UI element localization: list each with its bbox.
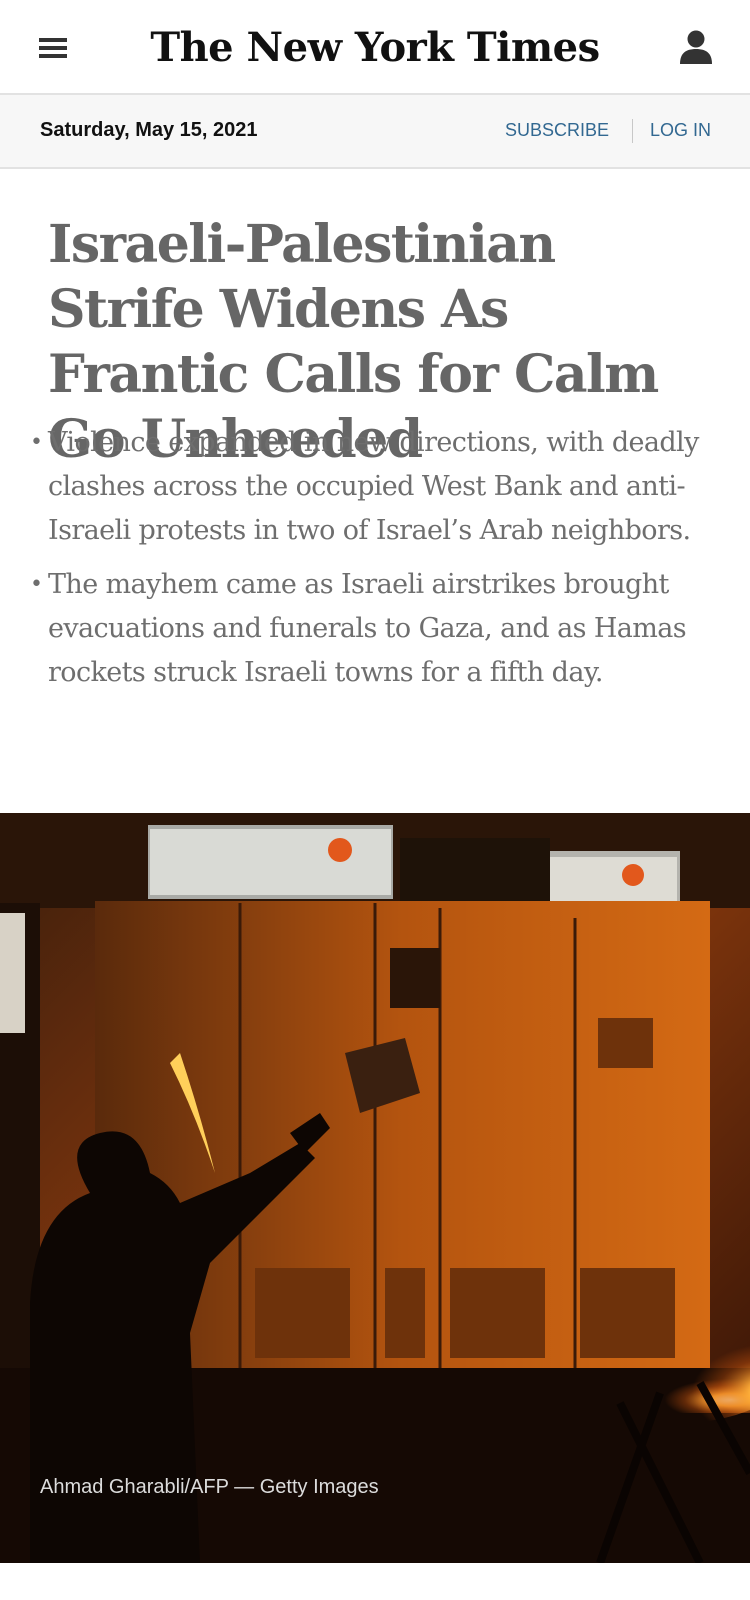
lead-photo[interactable]: Ahmad Gharabli/AFP — Getty Images — [0, 813, 750, 1563]
bullet-point: • — [30, 430, 43, 455]
summary-text: Violence expanded in new directions, wit… — [48, 427, 699, 546]
current-date: Saturday, May 15, 2021 — [40, 119, 258, 141]
summary-item: • The mayhem came as Israeli airstrikes … — [30, 563, 720, 695]
link-divider — [632, 119, 633, 143]
masthead: The New York Times — [0, 0, 750, 95]
nyt-logo[interactable]: The New York Times — [150, 20, 600, 76]
bullet-point: • — [30, 572, 43, 597]
date-bar: Saturday, May 15, 2021 SUBSCRIBE LOG IN — [0, 95, 750, 169]
article-summary: • Violence expanded in new directions, w… — [30, 421, 720, 705]
summary-item: • Violence expanded in new directions, w… — [30, 421, 720, 553]
lead-photo-image — [0, 813, 750, 1563]
login-link[interactable]: LOG IN — [650, 120, 711, 141]
hamburger-menu-icon[interactable] — [36, 34, 72, 62]
photo-credit: Ahmad Gharabli/AFP — Getty Images — [40, 1476, 379, 1498]
summary-text: The mayhem came as Israeli airstrikes br… — [48, 569, 687, 688]
person-icon[interactable] — [676, 28, 716, 68]
subscribe-link[interactable]: SUBSCRIBE — [505, 120, 609, 141]
